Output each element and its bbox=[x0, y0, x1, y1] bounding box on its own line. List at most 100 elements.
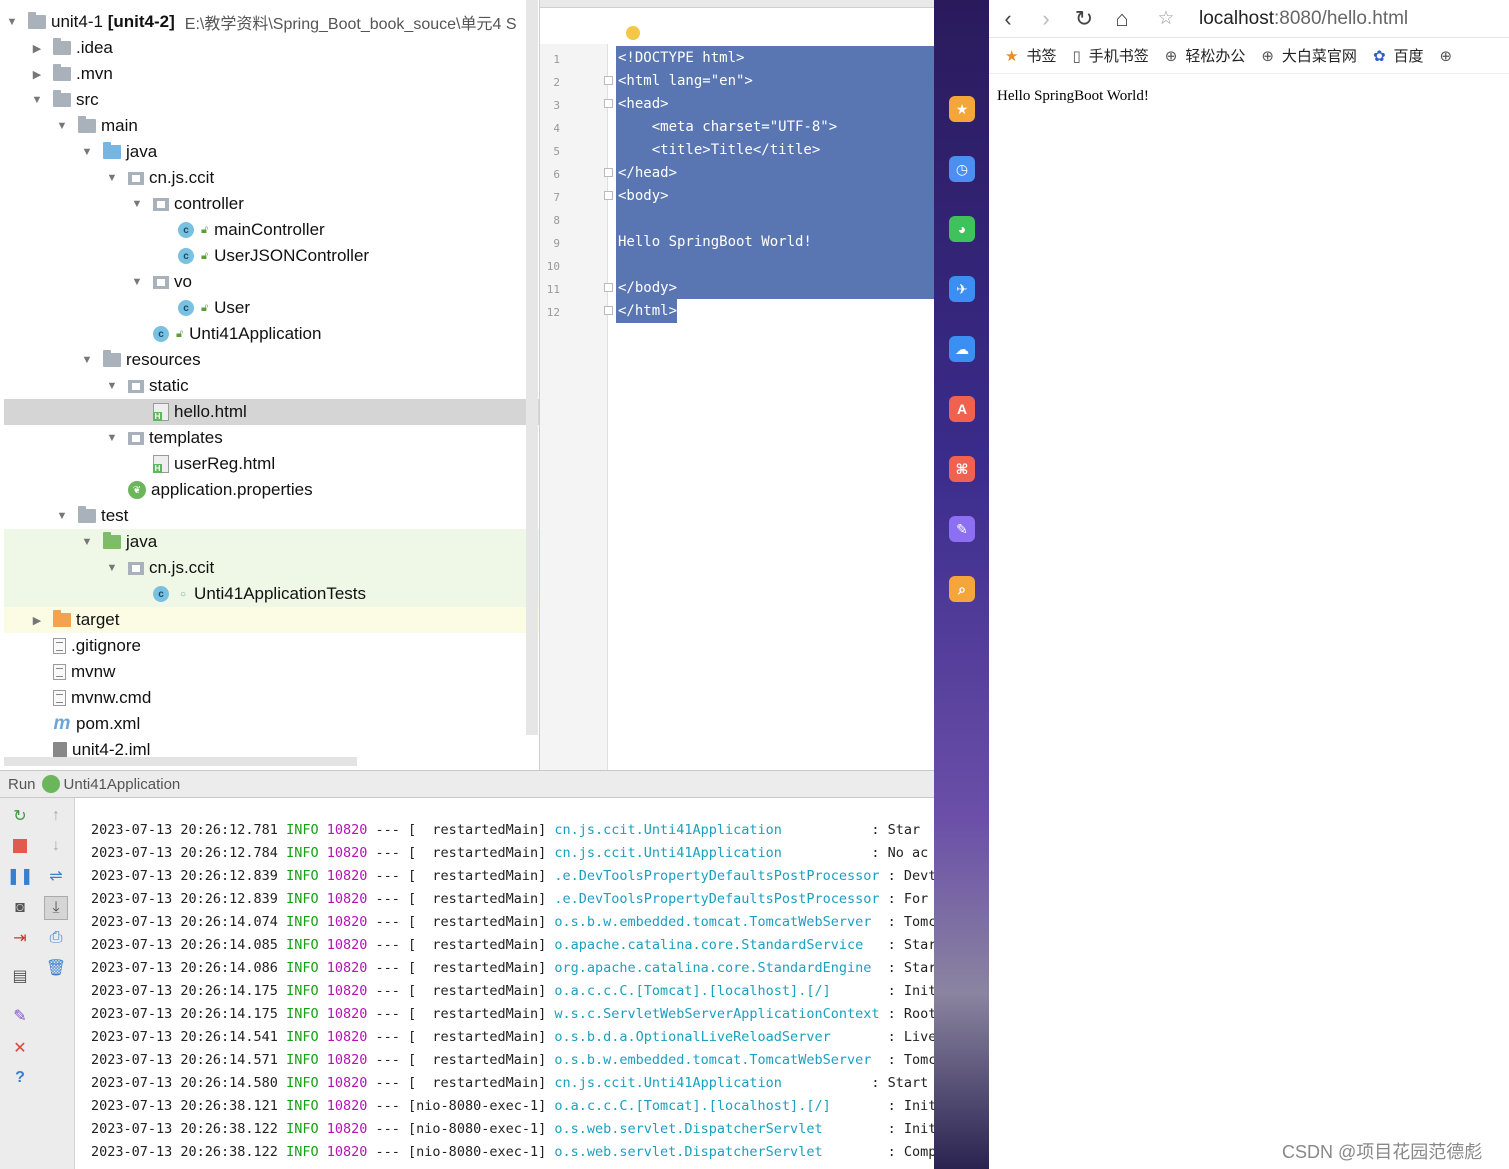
rerun-icon[interactable]: ↻ bbox=[10, 806, 30, 826]
collapse-arrow-icon[interactable]: ▼ bbox=[79, 354, 95, 366]
expand-arrow-icon[interactable]: ▶ bbox=[29, 614, 45, 627]
bookmark-item[interactable]: ★ 书签 bbox=[1005, 45, 1056, 66]
stop-icon[interactable] bbox=[13, 839, 27, 853]
tree-row-java-main[interactable]: ▼ java bbox=[4, 139, 539, 165]
code-line[interactable]: <head> bbox=[618, 96, 669, 112]
layout-icon[interactable]: ▤ bbox=[10, 966, 30, 986]
tree-row-src[interactable]: ▼ src bbox=[4, 87, 539, 113]
print-icon[interactable]: ⎙ bbox=[46, 928, 66, 948]
run-config-name[interactable]: Unti41Application bbox=[64, 776, 181, 793]
fold-marker-icon[interactable] bbox=[604, 168, 613, 177]
vertical-scrollbar[interactable] bbox=[526, 0, 538, 735]
tree-row-mvnw-cmd[interactable]: mvnw.cmd bbox=[4, 685, 539, 711]
tree-row-idea[interactable]: ▶ .idea bbox=[4, 35, 539, 61]
expand-arrow-icon[interactable]: ▶ bbox=[29, 42, 45, 55]
code-line[interactable]: <!DOCTYPE html> bbox=[618, 50, 744, 66]
lightbulb-icon[interactable] bbox=[626, 26, 640, 40]
collapse-arrow-icon[interactable]: ▼ bbox=[54, 510, 70, 522]
run-tab-label[interactable]: Run bbox=[8, 776, 36, 793]
soft-wrap-icon[interactable]: ⇌ bbox=[46, 866, 66, 886]
exit-icon[interactable]: ⇥ bbox=[10, 928, 30, 948]
tree-row-mvn[interactable]: ▶ .mvn bbox=[4, 61, 539, 87]
bookmark-star-icon[interactable]: ☆ bbox=[1147, 2, 1185, 36]
tree-row-main[interactable]: ▼ main bbox=[4, 113, 539, 139]
tree-row-package[interactable]: ▼ cn.js.ccit bbox=[4, 165, 539, 191]
collapse-arrow-icon[interactable]: ▼ bbox=[104, 562, 120, 574]
collapse-arrow-icon[interactable]: ▼ bbox=[104, 172, 120, 184]
code-editor[interactable]: 1 2 3 4 5 6 7 8 9 10 11 12 <!DOCTYPE htm… bbox=[540, 0, 934, 770]
tree-row-mvnw[interactable]: mvnw bbox=[4, 659, 539, 685]
tree-row-test-package[interactable]: ▼ cn.js.ccit bbox=[4, 555, 539, 581]
collapse-arrow-icon[interactable]: ▼ bbox=[129, 276, 145, 288]
tree-row-userjsoncontroller[interactable]: c 🔓︎ UserJSONController bbox=[4, 243, 539, 269]
tree-row-templates[interactable]: ▼ templates bbox=[4, 425, 539, 451]
tree-row-controller[interactable]: ▼ controller bbox=[4, 191, 539, 217]
tree-row-application[interactable]: c 🔓︎ Unti41Application bbox=[4, 321, 539, 347]
tree-row-target[interactable]: ▶ target bbox=[4, 607, 539, 633]
home-icon[interactable]: ⌂ bbox=[1103, 2, 1141, 36]
tree-row-application-properties[interactable]: ❦ application.properties bbox=[4, 477, 539, 503]
reload-icon[interactable]: ↻ bbox=[1065, 2, 1103, 36]
collapse-arrow-icon[interactable]: ▼ bbox=[79, 536, 95, 548]
pin-icon[interactable]: ✎ bbox=[10, 1006, 30, 1026]
code-line[interactable]: <body> bbox=[618, 188, 669, 204]
trash-icon[interactable]: 🗑︎ bbox=[46, 958, 66, 978]
collapse-arrow-icon[interactable]: ▼ bbox=[79, 146, 95, 158]
tree-row-pom-xml[interactable]: m pom.xml bbox=[4, 711, 539, 737]
collapse-arrow-icon[interactable]: ▼ bbox=[104, 380, 120, 392]
horizontal-scrollbar[interactable] bbox=[4, 757, 357, 766]
code-line[interactable]: </html> bbox=[618, 303, 677, 319]
bookmark-item[interactable]: ⊕ 轻松办公 bbox=[1165, 45, 1246, 66]
expand-arrow-icon[interactable]: ▶ bbox=[29, 68, 45, 81]
pause-icon[interactable]: ❚❚ bbox=[7, 866, 34, 886]
tree-row-gitignore[interactable]: .gitignore bbox=[4, 633, 539, 659]
run-tool-window-header[interactable]: Run Unti41Application bbox=[0, 770, 934, 798]
tree-row-application-tests[interactable]: c ○ Unti41ApplicationTests bbox=[4, 581, 539, 607]
wechat-icon[interactable]: ◕ bbox=[949, 216, 975, 242]
bookmark-item[interactable]: ✿ 百度 bbox=[1373, 45, 1424, 66]
help-icon[interactable]: ? bbox=[10, 1068, 30, 1088]
code-line[interactable]: Hello SpringBoot World! bbox=[618, 234, 812, 250]
edit-icon[interactable]: ✎ bbox=[949, 516, 975, 542]
favorites-star-icon[interactable]: ★ bbox=[949, 96, 975, 122]
tree-row-java-test[interactable]: ▼ java bbox=[4, 529, 539, 555]
tree-row-maincontroller[interactable]: c 🔓︎ mainController bbox=[4, 217, 539, 243]
tree-row-test[interactable]: ▼ test bbox=[4, 503, 539, 529]
down-arrow-icon[interactable]: ↓ bbox=[46, 836, 66, 856]
camera-icon[interactable]: ◙ bbox=[10, 898, 30, 918]
fold-marker-icon[interactable] bbox=[604, 283, 613, 292]
address-bar[interactable]: localhost:8080/hello.html bbox=[1199, 8, 1408, 30]
magnifier-icon[interactable]: ⌕ bbox=[949, 576, 975, 602]
collapse-arrow-icon[interactable]: ▼ bbox=[104, 432, 120, 444]
code-line[interactable]: <html lang="en"> bbox=[618, 73, 753, 89]
bookmark-item[interactable]: ⊕ 大白菜官网 bbox=[1261, 45, 1357, 66]
fold-marker-icon[interactable] bbox=[604, 306, 613, 315]
code-line[interactable]: </head> bbox=[618, 165, 677, 181]
collapse-arrow-icon[interactable]: ▼ bbox=[4, 16, 20, 28]
translate-icon[interactable]: A bbox=[949, 396, 975, 422]
forward-icon[interactable]: › bbox=[1027, 2, 1065, 36]
code-line[interactable]: <title>Title</title> bbox=[618, 142, 821, 158]
plane-icon[interactable]: ✈ bbox=[949, 276, 975, 302]
tree-row-userreg-html[interactable]: userReg.html bbox=[4, 451, 539, 477]
collapse-arrow-icon[interactable]: ▼ bbox=[29, 94, 45, 106]
tree-row-vo[interactable]: ▼ vo bbox=[4, 269, 539, 295]
clock-icon[interactable]: ◷ bbox=[949, 156, 975, 182]
code-line[interactable]: </body> bbox=[618, 280, 677, 296]
tree-row-user[interactable]: c 🔓︎ User bbox=[4, 295, 539, 321]
bookmark-item[interactable]: ⊕ bbox=[1440, 47, 1461, 65]
code-line[interactable]: <meta charset="UTF-8"> bbox=[618, 119, 837, 135]
collapse-arrow-icon[interactable]: ▼ bbox=[54, 120, 70, 132]
fold-marker-icon[interactable] bbox=[604, 191, 613, 200]
tree-row-project-root[interactable]: ▼ unit4-1 [unit4-2] E:\教学资料\Spring_Boot_… bbox=[4, 9, 539, 35]
back-icon[interactable]: ‹ bbox=[989, 2, 1027, 36]
tree-row-hello-html[interactable]: hello.html bbox=[4, 399, 539, 425]
up-arrow-icon[interactable]: ↑ bbox=[46, 806, 66, 826]
fold-marker-icon[interactable] bbox=[604, 76, 613, 85]
collapse-arrow-icon[interactable]: ▼ bbox=[129, 198, 145, 210]
close-icon[interactable]: ✕ bbox=[10, 1038, 30, 1058]
tree-row-static[interactable]: ▼ static bbox=[4, 373, 539, 399]
cloud-icon[interactable]: ☁ bbox=[949, 336, 975, 362]
editor-tab-strip[interactable] bbox=[540, 0, 934, 8]
fold-marker-icon[interactable] bbox=[604, 99, 613, 108]
